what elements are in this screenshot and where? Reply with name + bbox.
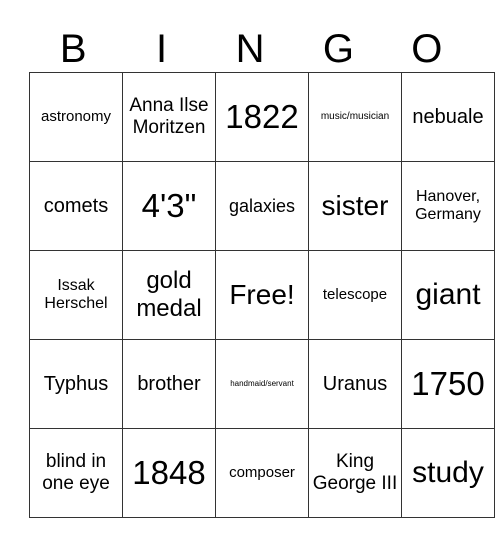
- bingo-cell[interactable]: comets: [29, 161, 123, 251]
- free-cell[interactable]: Free!: [215, 250, 309, 340]
- grid-row: astronomy Anna Ilse Moritzen 1822 music/…: [29, 72, 495, 162]
- header-letter-b: B: [59, 27, 87, 71]
- header-letter-n: N: [235, 27, 265, 71]
- bingo-cell[interactable]: Uranus: [308, 339, 402, 429]
- header-letter-g: G: [322, 27, 354, 71]
- bingo-cell[interactable]: gold medal: [122, 250, 216, 340]
- bingo-cell[interactable]: 1822: [215, 72, 309, 162]
- bingo-cell[interactable]: Hanover, Germany: [401, 161, 495, 251]
- bingo-cell[interactable]: composer: [215, 428, 309, 518]
- bingo-cell[interactable]: Issak Herschel: [29, 250, 123, 340]
- bingo-grid: astronomy Anna Ilse Moritzen 1822 music/…: [29, 72, 495, 518]
- grid-row: Issak Herschel gold medal Free! telescop…: [29, 250, 495, 340]
- bingo-cell[interactable]: Typhus: [29, 339, 123, 429]
- bingo-cell[interactable]: music/musician: [308, 72, 402, 162]
- bingo-cell[interactable]: 4'3": [122, 161, 216, 251]
- bingo-cell[interactable]: brother: [122, 339, 216, 429]
- bingo-cell[interactable]: telescope: [308, 250, 402, 340]
- bingo-cell[interactable]: giant: [401, 250, 495, 340]
- grid-row: blind in one eye 1848 composer King Geor…: [29, 428, 495, 518]
- header-letter-i: I: [156, 27, 168, 71]
- bingo-cell[interactable]: handmaid/servant: [215, 339, 309, 429]
- bingo-cell[interactable]: sister: [308, 161, 402, 251]
- bingo-cell[interactable]: astronomy: [29, 72, 123, 162]
- bingo-cell[interactable]: nebuale: [401, 72, 495, 162]
- bingo-cell[interactable]: galaxies: [215, 161, 309, 251]
- grid-row: Typhus brother handmaid/servant Uranus 1…: [29, 339, 495, 429]
- bingo-cell[interactable]: study: [401, 428, 495, 518]
- header-letter-o: O: [411, 27, 443, 71]
- bingo-cell[interactable]: Anna Ilse Moritzen: [122, 72, 216, 162]
- bingo-cell[interactable]: 1848: [122, 428, 216, 518]
- bingo-header: B I N G O: [29, 24, 471, 74]
- bingo-cell[interactable]: King George III: [308, 428, 402, 518]
- bingo-cell[interactable]: 1750: [401, 339, 495, 429]
- grid-row: comets 4'3" galaxies sister Hanover, Ger…: [29, 161, 495, 251]
- bingo-cell[interactable]: blind in one eye: [29, 428, 123, 518]
